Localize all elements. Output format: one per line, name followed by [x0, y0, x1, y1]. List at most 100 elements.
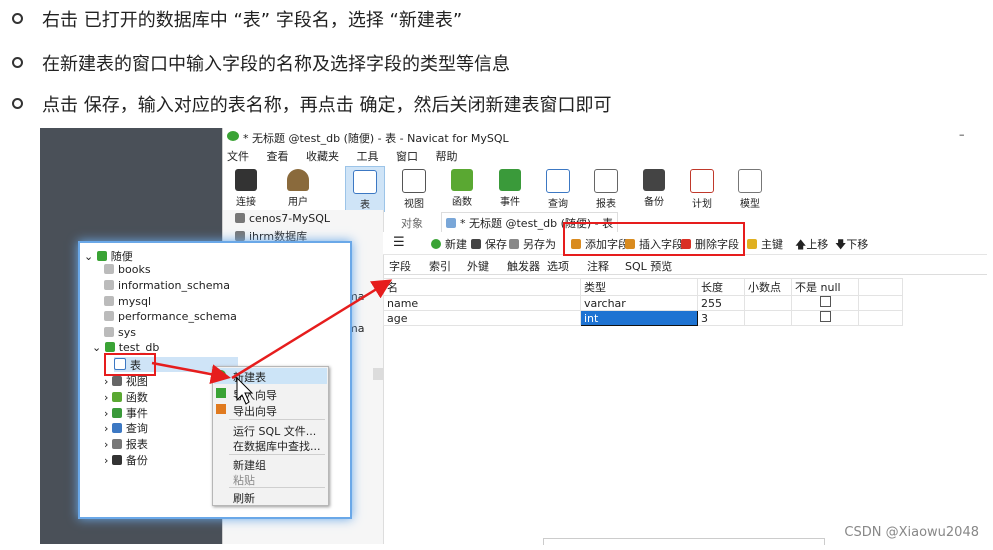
instruction-2: 在新建表的窗口中输入字段的名称及选择字段的类型等信息 [42, 54, 510, 75]
field-name-cell[interactable]: name [383, 295, 581, 311]
tool-report[interactable]: 报表 [587, 166, 625, 210]
tree-queries[interactable]: › 查询 [104, 420, 148, 435]
database-icon [104, 342, 115, 352]
connection-icon [235, 213, 245, 223]
tree-db[interactable]: sys [104, 326, 136, 341]
nav-selection [373, 368, 383, 380]
not-null-checkbox[interactable] [819, 311, 831, 322]
table-icon [353, 170, 377, 194]
field-decimals-cell[interactable] [744, 310, 792, 326]
tool-event[interactable]: 事件 [491, 166, 529, 210]
user-icon [287, 169, 309, 191]
navicat-logo-icon [227, 131, 239, 141]
tree-root[interactable]: ⌄ 随便 [84, 248, 133, 263]
not-null-checkbox[interactable] [819, 296, 831, 307]
col-length: 长度 [697, 278, 745, 296]
minimize-button[interactable]: – [959, 128, 965, 141]
tab-objects[interactable]: 对象 [401, 215, 423, 231]
menu-item-paste[interactable]: 粘贴 [233, 472, 255, 488]
tab-fields[interactable]: 字段 [389, 258, 411, 274]
menu-favorites[interactable]: 收藏夹 [306, 148, 339, 164]
tool-backup[interactable]: 备份 [635, 166, 673, 210]
tool-schedule[interactable]: 计划 [683, 166, 721, 210]
tool-query[interactable]: 查询 [539, 166, 577, 210]
tree-backups[interactable]: › 备份 [104, 452, 148, 467]
tree-db[interactable]: performance_schema [104, 310, 237, 325]
arrow-down-icon: 🡇 [835, 238, 847, 251]
tree-functions[interactable]: › 函数 [104, 389, 148, 404]
bullet-1 [12, 13, 23, 24]
tab-comments[interactable]: 注释 [587, 258, 609, 274]
save-button[interactable]: 保存 [471, 236, 507, 252]
report-icon [594, 169, 618, 193]
not-null-cell[interactable] [791, 310, 859, 326]
tree-db[interactable]: information_schema [104, 279, 230, 294]
tool-table[interactable]: 表 [345, 166, 385, 212]
tab-foreign-keys[interactable]: 外键 [467, 258, 489, 274]
table-row[interactable]: age int 3 [383, 310, 903, 326]
tab-sql-preview[interactable]: SQL 预览 [625, 258, 672, 274]
move-down-button[interactable]: 🡇下移 [835, 236, 868, 255]
menu-separator [229, 419, 325, 420]
tool-view[interactable]: 视图 [395, 166, 433, 210]
database-icon [104, 327, 114, 337]
new-button[interactable]: 新建 [431, 236, 467, 252]
field-length-cell[interactable]: 255 [697, 295, 745, 311]
main-toolbar: 连接 用户 表 视图 函数 事件 查询 报表 备份 计划 模型 [223, 166, 987, 212]
connection-item[interactable]: cenos7-MySQL [235, 212, 330, 225]
query-icon [546, 169, 570, 193]
tab-indexes[interactable]: 索引 [429, 258, 451, 274]
menu-hover [214, 368, 327, 384]
tool-model[interactable]: 模型 [731, 166, 769, 210]
menu-item-refresh[interactable]: 刷新 [233, 490, 255, 506]
menu-item-run-sql[interactable]: 运行 SQL 文件... [233, 423, 316, 439]
field-decimals-cell[interactable] [744, 295, 792, 311]
tab-triggers[interactable]: 触发器 [507, 258, 540, 274]
menu-item-export-wizard[interactable]: 导出向导 [233, 403, 277, 419]
tree-db[interactable]: books [104, 263, 151, 278]
menu-item-find-in-db[interactable]: 在数据库中查找... [233, 438, 321, 454]
tool-connection[interactable]: 连接 [227, 166, 265, 210]
hamburger-icon[interactable]: ☰ [393, 235, 405, 250]
tree-reports[interactable]: › 报表 [104, 436, 148, 451]
grid-header-row: 名 类型 长度 小数点 不是 null [383, 278, 903, 296]
field-type-cell[interactable]: varchar [580, 295, 698, 311]
tool-user[interactable]: 用户 [279, 166, 317, 210]
tool-function[interactable]: 函数 [443, 166, 481, 210]
menu-view[interactable]: 查看 [267, 148, 289, 164]
designer-tabs: 字段 索引 外键 触发器 选项 注释 SQL 预览 [383, 256, 987, 275]
event-icon [499, 169, 521, 191]
menu-item-import-wizard[interactable]: 导入向导 [233, 387, 277, 403]
tree-db[interactable]: mysql [104, 295, 151, 310]
menu-window[interactable]: 窗口 [396, 148, 418, 164]
not-null-cell[interactable] [791, 295, 859, 311]
menu-item-new-group[interactable]: 新建组 [233, 457, 266, 473]
primary-key-button[interactable]: 主键 [747, 236, 783, 252]
field-name-cell[interactable]: age [383, 310, 581, 326]
menu-tools[interactable]: 工具 [357, 148, 379, 164]
move-up-button[interactable]: 🡅上移 [795, 236, 828, 255]
tab-options[interactable]: 选项 [547, 258, 569, 274]
col-type: 类型 [580, 278, 698, 296]
menu-help[interactable]: 帮助 [436, 148, 458, 164]
report-icon [111, 439, 122, 449]
tree-events[interactable]: › 事件 [104, 405, 148, 420]
instruction-1: 右击 已打开的数据库中 “表” 字段名，选择 “新建表” [42, 10, 463, 31]
highlight-table-node [104, 353, 156, 376]
menu-file[interactable]: 文件 [227, 148, 249, 164]
database-icon [104, 311, 114, 321]
query-icon [111, 423, 122, 433]
new-table-icon [216, 370, 226, 380]
arrow-up-icon: 🡅 [795, 238, 807, 251]
field-type-cell[interactable]: int [580, 310, 698, 326]
save-as-icon [509, 239, 519, 249]
database-icon [104, 296, 114, 306]
save-as-button[interactable]: 另存为 [509, 236, 556, 252]
field-length-cell[interactable]: 3 [697, 310, 745, 326]
instruction-3: 点击 保存，输入对应的表名称，再点击 确定，然后关闭新建表窗口即可 [42, 95, 612, 116]
model-icon [738, 169, 762, 193]
fields-grid: 名 类型 长度 小数点 不是 null name varchar 255 age… [383, 278, 903, 326]
bottom-field [543, 538, 825, 545]
menu-item-new-table[interactable]: 新建表 [233, 369, 266, 385]
table-row[interactable]: name varchar 255 [383, 295, 903, 311]
